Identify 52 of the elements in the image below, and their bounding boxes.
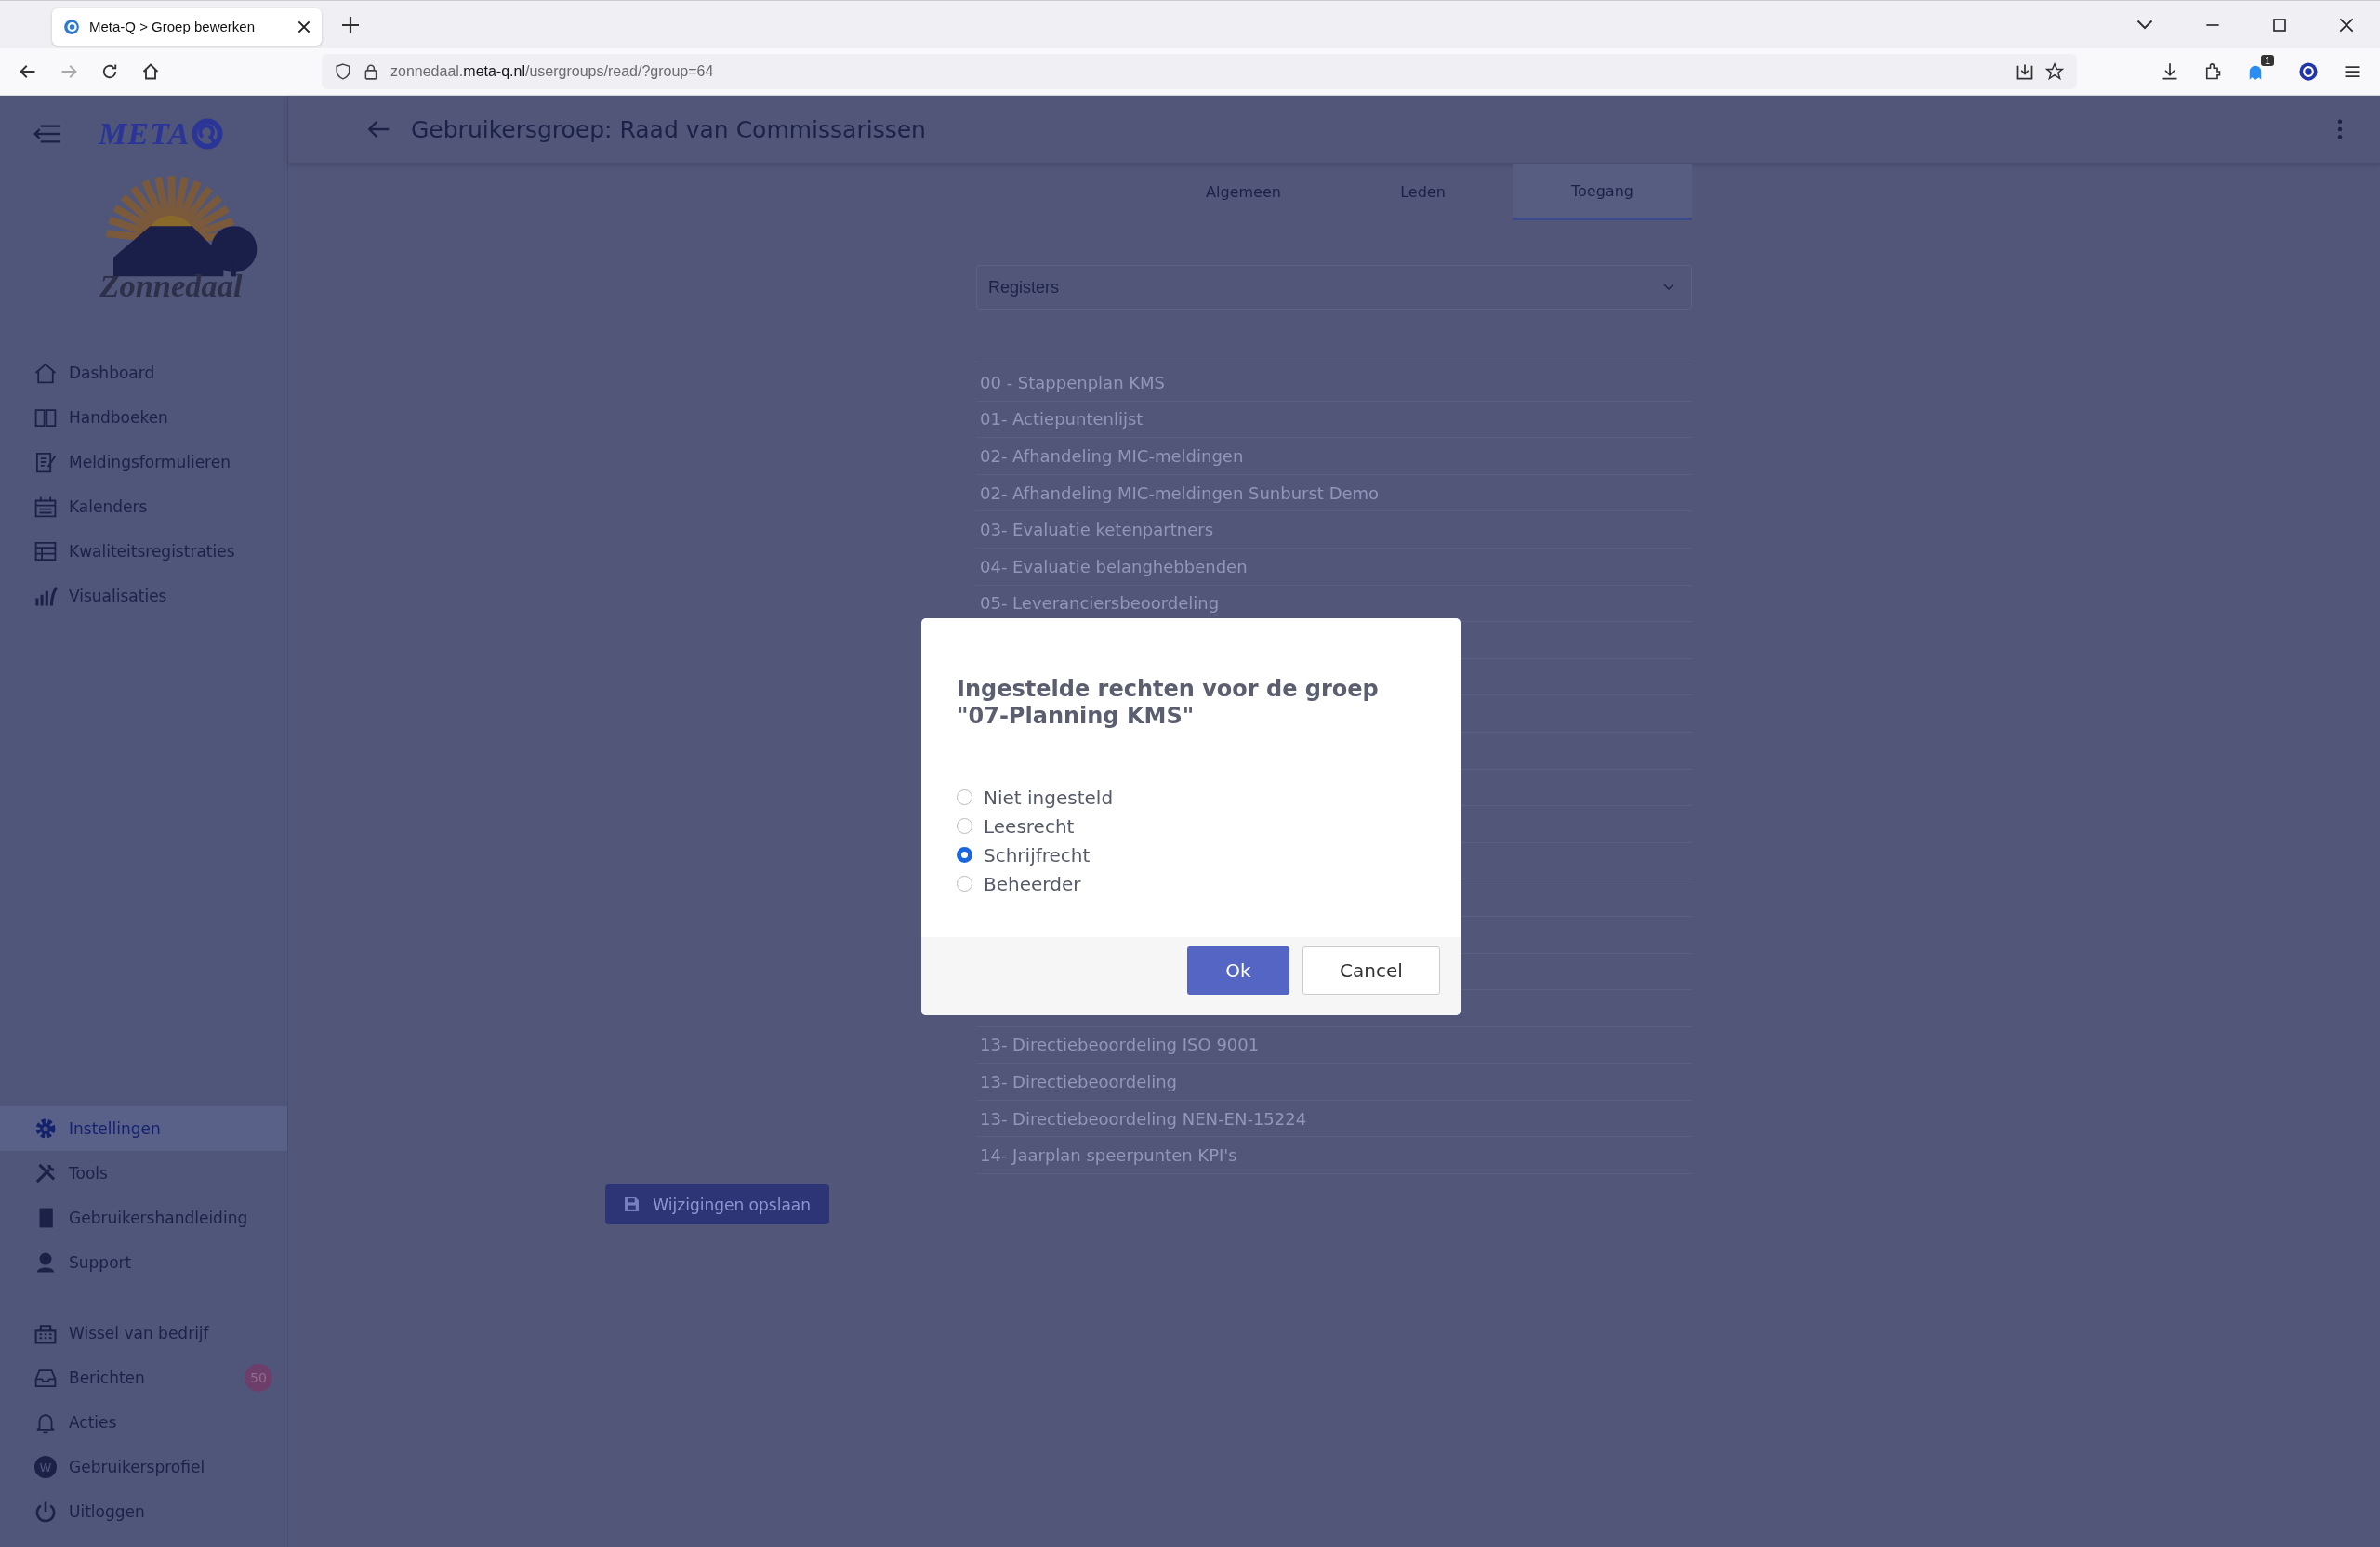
ring-icon[interactable] xyxy=(2298,61,2319,82)
address-bar[interactable]: zonnedaal.meta-q.nl/usergroups/read/?group=64 xyxy=(322,54,2077,89)
extension-badge: 1 xyxy=(2260,55,2274,66)
group-name[interactable]: 13- Directiebeoordeling NEN-EN-15224 xyxy=(980,1108,1307,1129)
tools-icon xyxy=(33,1161,58,1185)
star-icon[interactable] xyxy=(2045,62,2064,81)
group-name[interactable]: 01- Actiepuntenlijst xyxy=(980,409,1144,430)
group-name[interactable]: 00 - Stappenplan KMS xyxy=(980,372,1166,392)
tab-title: Meta-Q > Groep bewerken xyxy=(89,19,256,34)
group-name[interactable]: 13- Directiebeoordeling xyxy=(980,1072,1178,1092)
save-changes-button[interactable]: Wijzigingen opslaan xyxy=(605,1184,829,1224)
sidebar-item[interactable]: Instellingen xyxy=(0,1106,287,1151)
group-name[interactable]: 13- Directiebeoordeling ISO 9001 xyxy=(980,1035,1260,1055)
close-icon[interactable] xyxy=(2339,17,2354,33)
chart-icon xyxy=(33,584,58,608)
form-icon xyxy=(33,450,58,474)
new-tab-icon[interactable] xyxy=(342,16,359,33)
lock-icon xyxy=(363,63,379,80)
calendar-icon xyxy=(33,495,58,519)
chevron-down-icon[interactable] xyxy=(2136,19,2153,31)
browser-tab[interactable]: Meta-Q > Groep bewerken xyxy=(52,7,322,46)
group-name[interactable]: 02- Afhandeling MIC-meldingen Sunburst Demo xyxy=(980,483,1380,503)
radio-option[interactable]: Niet ingesteld xyxy=(957,785,1425,810)
tab[interactable]: Toegang xyxy=(1513,164,1692,220)
maximize-icon[interactable] xyxy=(2272,17,2287,33)
radio-option[interactable]: Schrijfrecht xyxy=(957,842,1425,867)
group-name[interactable]: 04- Evaluatie belanghebbenden xyxy=(980,556,1248,576)
cancel-button[interactable]: Cancel xyxy=(1302,945,1440,995)
table-icon xyxy=(33,539,58,563)
url-text: zonnedaal.meta-q.nl/usergroups/read/?group=64 xyxy=(390,63,714,80)
chevron-down-icon xyxy=(1663,284,1674,291)
home-icon[interactable] xyxy=(141,62,160,81)
shield-icon xyxy=(335,63,351,80)
dialog-title: Ingestelde rechten voor de groep "07-Planning KMS" xyxy=(956,675,1380,730)
group-name[interactable]: 02- Afhandeling MIC-meldingen xyxy=(980,446,1244,466)
group-name[interactable]: 03- Evaluatie ketenpartners xyxy=(980,520,1214,540)
site-logo-icon xyxy=(63,18,80,35)
house-icon xyxy=(33,361,58,385)
extension-button[interactable]: 1 xyxy=(2246,55,2274,81)
puzzle-icon[interactable] xyxy=(2203,62,2222,81)
radio-option[interactable]: Beheerder xyxy=(957,871,1425,896)
download-icon[interactable] xyxy=(2161,62,2179,81)
power-icon xyxy=(33,1500,58,1524)
radio-option[interactable]: Leesrecht xyxy=(957,813,1425,839)
close-icon[interactable] xyxy=(298,20,311,33)
radio-button[interactable] xyxy=(957,847,972,864)
group-name[interactable]: 14- Jaarplan speerpunten KPI's xyxy=(980,1145,1237,1166)
group-name[interactable]: 05- Leveranciersbeoordeling xyxy=(980,593,1220,614)
gear-icon xyxy=(33,1117,58,1141)
download-page-icon[interactable] xyxy=(2016,62,2034,81)
reload-icon[interactable] xyxy=(100,62,119,81)
ok-button[interactable]: Ok xyxy=(1187,945,1289,995)
